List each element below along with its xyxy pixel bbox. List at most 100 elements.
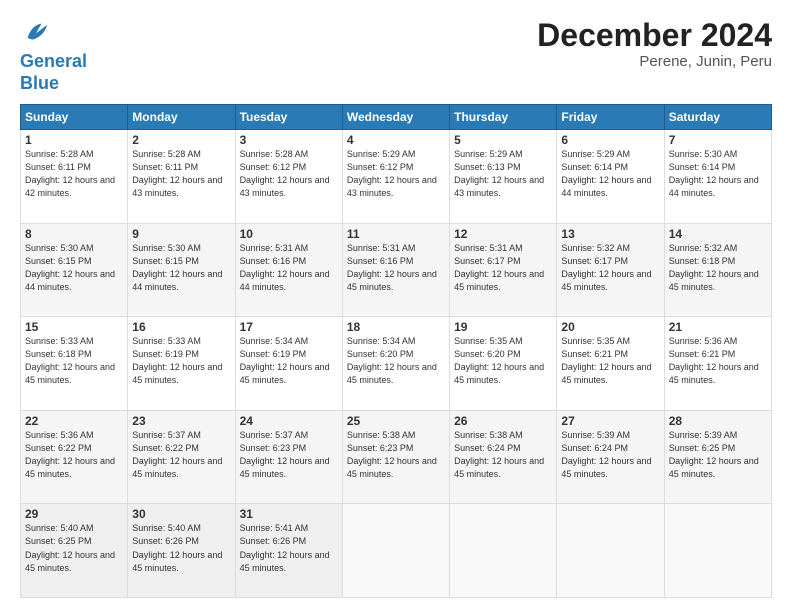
day-info: Sunrise: 5:35 AM Sunset: 6:21 PM Dayligh…: [561, 335, 659, 387]
day-number: 3: [240, 133, 338, 147]
column-header-thursday: Thursday: [450, 105, 557, 130]
page-title: December 2024: [537, 18, 772, 53]
day-number: 25: [347, 414, 445, 428]
header: General Blue December 2024 Perene, Junin…: [20, 18, 772, 94]
day-info: Sunrise: 5:29 AM Sunset: 6:14 PM Dayligh…: [561, 148, 659, 200]
day-number: 20: [561, 320, 659, 334]
day-number: 28: [669, 414, 767, 428]
day-info: Sunrise: 5:32 AM Sunset: 6:18 PM Dayligh…: [669, 242, 767, 294]
logo-text: General Blue: [20, 51, 87, 94]
day-info: Sunrise: 5:28 AM Sunset: 6:12 PM Dayligh…: [240, 148, 338, 200]
page: General Blue December 2024 Perene, Junin…: [0, 0, 792, 612]
calendar-cell: 28 Sunrise: 5:39 AM Sunset: 6:25 PM Dayl…: [664, 410, 771, 504]
calendar-cell: 25 Sunrise: 5:38 AM Sunset: 6:23 PM Dayl…: [342, 410, 449, 504]
day-number: 30: [132, 507, 230, 521]
day-info: Sunrise: 5:34 AM Sunset: 6:20 PM Dayligh…: [347, 335, 445, 387]
day-info: Sunrise: 5:34 AM Sunset: 6:19 PM Dayligh…: [240, 335, 338, 387]
day-info: Sunrise: 5:32 AM Sunset: 6:17 PM Dayligh…: [561, 242, 659, 294]
calendar-cell: 19 Sunrise: 5:35 AM Sunset: 6:20 PM Dayl…: [450, 317, 557, 411]
title-block: December 2024 Perene, Junin, Peru: [537, 18, 772, 70]
calendar-header-row: SundayMondayTuesdayWednesdayThursdayFrid…: [21, 105, 772, 130]
column-header-wednesday: Wednesday: [342, 105, 449, 130]
day-info: Sunrise: 5:40 AM Sunset: 6:26 PM Dayligh…: [132, 522, 230, 574]
day-number: 27: [561, 414, 659, 428]
calendar-cell: 24 Sunrise: 5:37 AM Sunset: 6:23 PM Dayl…: [235, 410, 342, 504]
calendar-cell: 2 Sunrise: 5:28 AM Sunset: 6:11 PM Dayli…: [128, 130, 235, 224]
calendar-week-row: 22 Sunrise: 5:36 AM Sunset: 6:22 PM Dayl…: [21, 410, 772, 504]
calendar-cell: 26 Sunrise: 5:38 AM Sunset: 6:24 PM Dayl…: [450, 410, 557, 504]
logo: General Blue: [20, 18, 87, 94]
day-info: Sunrise: 5:40 AM Sunset: 6:25 PM Dayligh…: [25, 522, 123, 574]
column-header-sunday: Sunday: [21, 105, 128, 130]
day-info: Sunrise: 5:31 AM Sunset: 6:17 PM Dayligh…: [454, 242, 552, 294]
calendar-cell: 20 Sunrise: 5:35 AM Sunset: 6:21 PM Dayl…: [557, 317, 664, 411]
calendar-cell: 15 Sunrise: 5:33 AM Sunset: 6:18 PM Dayl…: [21, 317, 128, 411]
day-info: Sunrise: 5:28 AM Sunset: 6:11 PM Dayligh…: [132, 148, 230, 200]
column-header-friday: Friday: [557, 105, 664, 130]
calendar-cell: 27 Sunrise: 5:39 AM Sunset: 6:24 PM Dayl…: [557, 410, 664, 504]
day-number: 23: [132, 414, 230, 428]
day-info: Sunrise: 5:39 AM Sunset: 6:24 PM Dayligh…: [561, 429, 659, 481]
calendar-cell: 29 Sunrise: 5:40 AM Sunset: 6:25 PM Dayl…: [21, 504, 128, 598]
day-number: 14: [669, 227, 767, 241]
calendar-cell: [342, 504, 449, 598]
day-info: Sunrise: 5:38 AM Sunset: 6:24 PM Dayligh…: [454, 429, 552, 481]
day-info: Sunrise: 5:28 AM Sunset: 6:11 PM Dayligh…: [25, 148, 123, 200]
calendar-cell: 8 Sunrise: 5:30 AM Sunset: 6:15 PM Dayli…: [21, 223, 128, 317]
day-number: 19: [454, 320, 552, 334]
calendar-cell: 13 Sunrise: 5:32 AM Sunset: 6:17 PM Dayl…: [557, 223, 664, 317]
day-info: Sunrise: 5:30 AM Sunset: 6:15 PM Dayligh…: [25, 242, 123, 294]
calendar-cell: 22 Sunrise: 5:36 AM Sunset: 6:22 PM Dayl…: [21, 410, 128, 504]
calendar-cell: [664, 504, 771, 598]
day-info: Sunrise: 5:36 AM Sunset: 6:22 PM Dayligh…: [25, 429, 123, 481]
day-number: 17: [240, 320, 338, 334]
day-number: 26: [454, 414, 552, 428]
day-number: 31: [240, 507, 338, 521]
page-subtitle: Perene, Junin, Peru: [537, 53, 772, 70]
calendar-cell: 1 Sunrise: 5:28 AM Sunset: 6:11 PM Dayli…: [21, 130, 128, 224]
calendar-cell: 4 Sunrise: 5:29 AM Sunset: 6:12 PM Dayli…: [342, 130, 449, 224]
day-number: 9: [132, 227, 230, 241]
calendar-cell: 21 Sunrise: 5:36 AM Sunset: 6:21 PM Dayl…: [664, 317, 771, 411]
day-number: 10: [240, 227, 338, 241]
calendar-cell: 23 Sunrise: 5:37 AM Sunset: 6:22 PM Dayl…: [128, 410, 235, 504]
day-number: 6: [561, 133, 659, 147]
day-number: 8: [25, 227, 123, 241]
calendar-table: SundayMondayTuesdayWednesdayThursdayFrid…: [20, 104, 772, 598]
column-header-tuesday: Tuesday: [235, 105, 342, 130]
calendar-cell: 18 Sunrise: 5:34 AM Sunset: 6:20 PM Dayl…: [342, 317, 449, 411]
day-number: 18: [347, 320, 445, 334]
calendar-cell: 10 Sunrise: 5:31 AM Sunset: 6:16 PM Dayl…: [235, 223, 342, 317]
day-number: 29: [25, 507, 123, 521]
day-number: 7: [669, 133, 767, 147]
day-number: 21: [669, 320, 767, 334]
calendar-cell: 11 Sunrise: 5:31 AM Sunset: 6:16 PM Dayl…: [342, 223, 449, 317]
calendar-week-row: 1 Sunrise: 5:28 AM Sunset: 6:11 PM Dayli…: [21, 130, 772, 224]
day-info: Sunrise: 5:35 AM Sunset: 6:20 PM Dayligh…: [454, 335, 552, 387]
calendar-cell: [450, 504, 557, 598]
day-number: 22: [25, 414, 123, 428]
day-number: 13: [561, 227, 659, 241]
calendar-cell: 7 Sunrise: 5:30 AM Sunset: 6:14 PM Dayli…: [664, 130, 771, 224]
calendar-cell: 31 Sunrise: 5:41 AM Sunset: 6:26 PM Dayl…: [235, 504, 342, 598]
day-info: Sunrise: 5:33 AM Sunset: 6:18 PM Dayligh…: [25, 335, 123, 387]
day-number: 15: [25, 320, 123, 334]
calendar-cell: 6 Sunrise: 5:29 AM Sunset: 6:14 PM Dayli…: [557, 130, 664, 224]
day-info: Sunrise: 5:41 AM Sunset: 6:26 PM Dayligh…: [240, 522, 338, 574]
day-number: 12: [454, 227, 552, 241]
calendar-cell: 5 Sunrise: 5:29 AM Sunset: 6:13 PM Dayli…: [450, 130, 557, 224]
calendar-week-row: 15 Sunrise: 5:33 AM Sunset: 6:18 PM Dayl…: [21, 317, 772, 411]
day-number: 11: [347, 227, 445, 241]
day-info: Sunrise: 5:33 AM Sunset: 6:19 PM Dayligh…: [132, 335, 230, 387]
calendar-cell: [557, 504, 664, 598]
calendar-cell: 14 Sunrise: 5:32 AM Sunset: 6:18 PM Dayl…: [664, 223, 771, 317]
day-info: Sunrise: 5:30 AM Sunset: 6:15 PM Dayligh…: [132, 242, 230, 294]
day-info: Sunrise: 5:31 AM Sunset: 6:16 PM Dayligh…: [347, 242, 445, 294]
calendar-week-row: 29 Sunrise: 5:40 AM Sunset: 6:25 PM Dayl…: [21, 504, 772, 598]
day-number: 5: [454, 133, 552, 147]
calendar-cell: 12 Sunrise: 5:31 AM Sunset: 6:17 PM Dayl…: [450, 223, 557, 317]
calendar-cell: 30 Sunrise: 5:40 AM Sunset: 6:26 PM Dayl…: [128, 504, 235, 598]
day-number: 24: [240, 414, 338, 428]
day-info: Sunrise: 5:39 AM Sunset: 6:25 PM Dayligh…: [669, 429, 767, 481]
calendar-cell: 9 Sunrise: 5:30 AM Sunset: 6:15 PM Dayli…: [128, 223, 235, 317]
